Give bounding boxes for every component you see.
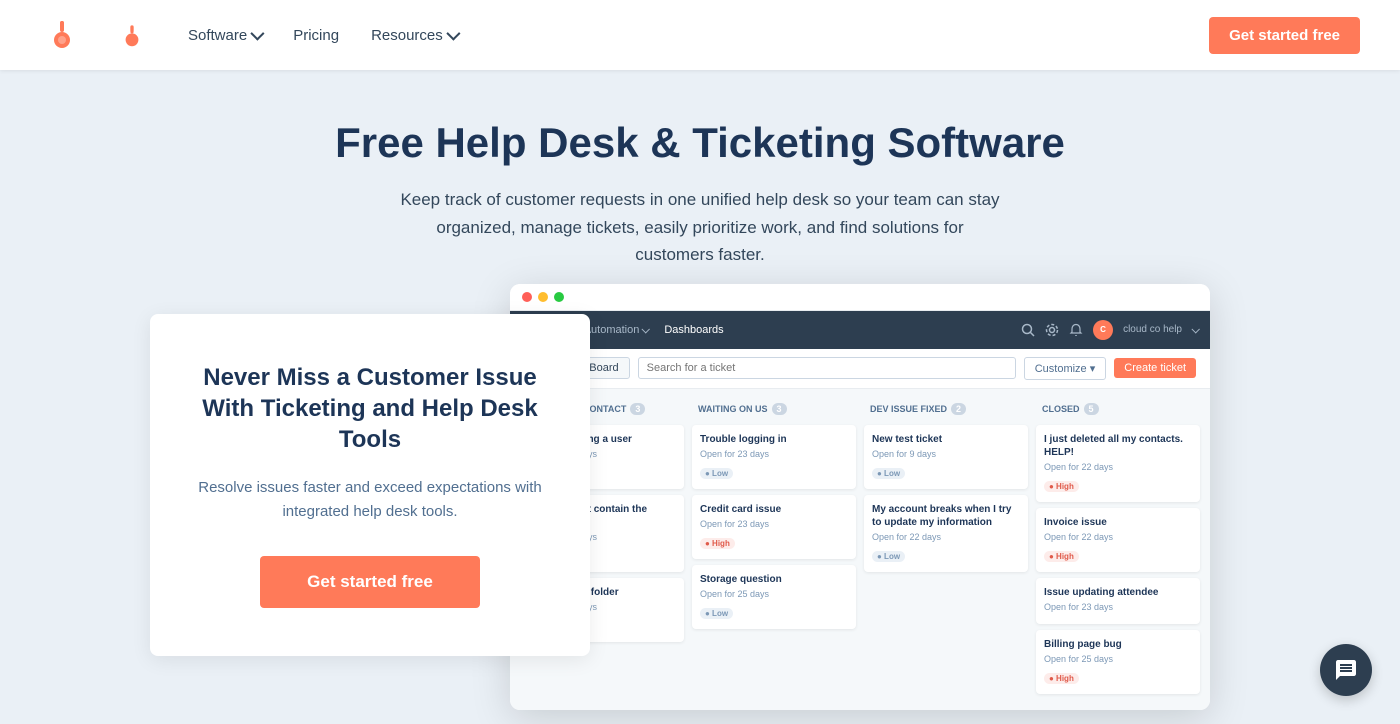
ds-column-waiting-on-us: WAITING ON US 3 Trouble logging in Open … (692, 399, 856, 700)
navbar: Software Pricing Resources Get started f… (0, 0, 1400, 70)
left-card-description: Resolve issues faster and exceed expecta… (190, 476, 550, 524)
ds-col-header: DEV ISSUE FIXED 2 (864, 399, 1028, 419)
nav-software-label: Software (188, 27, 247, 44)
chevron-down-icon (251, 27, 265, 41)
hero-subtitle: Keep track of customer requests in one u… (400, 186, 1000, 268)
nav-pricing-label: Pricing (293, 27, 339, 44)
window-dot-yellow (538, 292, 548, 302)
ds-nav: Service Automation Dashboards C (510, 311, 1210, 349)
nav-resources[interactable]: Resources (359, 19, 469, 52)
ds-ticket: Invoice issue Open for 22 days ● High (1036, 508, 1200, 572)
ds-toolbar: Table Board Customize ▾ Create ticket (510, 349, 1210, 389)
badge-high: ● High (1044, 673, 1079, 684)
ds-ticket: New test ticket Open for 9 days ● Low (864, 425, 1028, 489)
ds-search-input[interactable] (638, 357, 1016, 379)
hero-section: Free Help Desk & Ticketing Software Keep… (0, 70, 1400, 724)
ds-ticket: Billing page bug Open for 25 days ● High (1036, 630, 1200, 694)
badge-low: ● Low (872, 468, 905, 479)
ds-customize-button[interactable]: Customize ▾ (1024, 357, 1107, 380)
search-icon (1021, 323, 1035, 337)
badge-high: ● High (1044, 551, 1079, 562)
ds-ticket: I just deleted all my contacts. HELP! Op… (1036, 425, 1200, 502)
ds-board: WAITING ON CONTACT 3 Trouble adding a us… (510, 389, 1210, 710)
badge-low: ● Low (700, 608, 733, 619)
left-card: Never Miss a Customer Issue With Ticketi… (150, 314, 590, 656)
nav-software[interactable]: Software (176, 19, 273, 52)
bell-icon (1069, 323, 1083, 337)
ds-create-ticket-button[interactable]: Create ticket (1114, 358, 1196, 378)
badge-high: ● High (1044, 481, 1079, 492)
badge-low: ● Low (872, 551, 905, 562)
badge-high: ● High (700, 538, 735, 549)
ds-ticket: Storage question Open for 25 days ● Low (692, 565, 856, 629)
chevron-down-icon (446, 27, 460, 41)
ds-nav-dashboards: Dashboards (664, 324, 723, 336)
dashboard-screenshot: Service Automation Dashboards C (510, 284, 1210, 710)
chat-icon (1334, 658, 1358, 682)
user-name: cloud co help (1123, 324, 1182, 335)
ds-ticket: My account breaks when I try to update m… (864, 495, 1028, 572)
avatar: C (1093, 320, 1113, 340)
gear-icon (1045, 323, 1059, 337)
content-area: Never Miss a Customer Issue With Ticketi… (150, 304, 1250, 656)
window-dot-green (554, 292, 564, 302)
nav-cta-button[interactable]: Get started free (1209, 17, 1360, 54)
ds-nav-automation: Automation (584, 324, 649, 336)
ds-col-header: CLOSED 5 (1036, 399, 1200, 419)
hero-title: Free Help Desk & Ticketing Software (335, 118, 1065, 168)
ds-column-closed: CLOSED 5 I just deleted all my contacts.… (1036, 399, 1200, 700)
window-dot-red (522, 292, 532, 302)
badge-low: ● Low (700, 468, 733, 479)
nav-pricing[interactable]: Pricing (281, 19, 351, 52)
left-card-title: Never Miss a Customer Issue With Ticketi… (190, 362, 550, 456)
ds-ticket: Issue updating attendee Open for 23 days (1036, 578, 1200, 624)
chevron-down-icon (1191, 325, 1199, 333)
ds-ticket: Credit card issue Open for 23 days ● Hig… (692, 495, 856, 559)
ds-col-header: WAITING ON US 3 (692, 399, 856, 419)
chat-bubble[interactable] (1320, 644, 1372, 696)
ds-column-dev-issue-fixed: DEV ISSUE FIXED 2 New test ticket Open f… (864, 399, 1028, 700)
ds-ticket: Trouble logging in Open for 23 days ● Lo… (692, 425, 856, 489)
nav-links: Software Pricing Resources (176, 19, 1209, 52)
logo[interactable] (40, 13, 84, 57)
ds-topbar (510, 284, 1210, 311)
chevron-down-icon (642, 325, 650, 333)
ds-nav-icons: C cloud co help (1021, 320, 1198, 340)
nav-resources-label: Resources (371, 27, 443, 44)
hero-cta-button[interactable]: Get started free (260, 556, 480, 608)
